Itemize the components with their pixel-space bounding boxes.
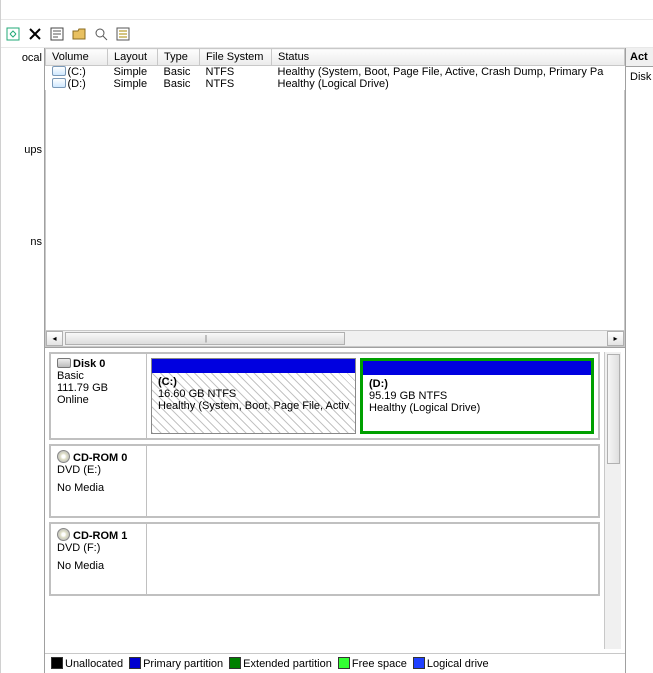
disk-type: Basic [57, 370, 140, 382]
disk-size: 111.79 GB [57, 382, 140, 394]
col-layout[interactable]: Layout [108, 49, 158, 66]
col-status[interactable]: Status [272, 49, 625, 66]
actions-item[interactable]: Disk [626, 67, 653, 87]
toolbar [1, 20, 653, 48]
actions-pane[interactable]: Act Disk [625, 48, 653, 673]
tree-pane[interactable]: ocal ups ns [1, 48, 45, 673]
volume-layout: Simple [108, 78, 158, 90]
open-icon[interactable] [71, 26, 87, 42]
partition-size: 95.19 GB NTFS [369, 390, 447, 402]
disk-title: CD-ROM 0 [73, 452, 127, 464]
scroll-right-icon[interactable]: ▸ [607, 331, 624, 346]
tree-item[interactable]: ns [30, 236, 42, 248]
col-type[interactable]: Type [158, 49, 200, 66]
col-fs[interactable]: File System [200, 49, 272, 66]
disk-status: No Media [57, 560, 140, 572]
volume-layout: Simple [108, 66, 158, 79]
disk-icon [57, 358, 71, 368]
disk-label: CD-ROM 0 DVD (E:) No Media [51, 446, 147, 516]
volume-name: (D:) [68, 78, 86, 90]
partition-status: Healthy (System, Boot, Page File, Activ [158, 400, 349, 412]
disk-status: No Media [57, 482, 140, 494]
legend-label: Free space [352, 658, 407, 670]
disk-title: CD-ROM 1 [73, 530, 127, 542]
swatch-extended [229, 657, 241, 669]
volume-status: Healthy (Logical Drive) [272, 78, 625, 90]
volume-name: (C:) [68, 66, 86, 78]
refresh-icon[interactable] [5, 26, 21, 42]
drive-icon [52, 66, 66, 76]
swatch-logical [413, 657, 425, 669]
legend-label: Primary partition [143, 658, 223, 670]
volume-status: Healthy (System, Boot, Page File, Active… [272, 66, 625, 79]
settings-icon[interactable] [115, 26, 131, 42]
legend-label: Extended partition [243, 658, 332, 670]
vertical-scrollbar[interactable] [604, 352, 621, 649]
volume-table[interactable]: Volume Layout Type File System Status (C… [45, 48, 625, 90]
table-row[interactable]: (C:) Simple Basic NTFS Healthy (System, … [46, 66, 625, 79]
properties-icon[interactable] [49, 26, 65, 42]
drive-icon [52, 78, 66, 88]
legend-label: Unallocated [65, 658, 123, 670]
tree-item[interactable]: ups [24, 144, 42, 156]
partition-size: 16.60 GB NTFS [158, 388, 236, 400]
disk-label: Disk 0 Basic 111.79 GB Online [51, 354, 147, 438]
partition-header [363, 361, 591, 375]
disk-title: Disk 0 [73, 358, 105, 370]
legend: Unallocated Primary partition Extended p… [45, 653, 625, 673]
cdrom-icon [57, 528, 70, 541]
horizontal-scrollbar[interactable]: ◂ ||| ▸ [45, 330, 625, 347]
volume-type: Basic [158, 66, 200, 79]
scroll-left-icon[interactable]: ◂ [46, 331, 63, 346]
disk-row-disk0[interactable]: Disk 0 Basic 111.79 GB Online (C:) 16.60… [49, 352, 600, 440]
disk-row-cdrom1[interactable]: CD-ROM 1 DVD (F:) No Media [49, 522, 600, 596]
col-volume[interactable]: Volume [46, 49, 108, 66]
table-row[interactable]: (D:) Simple Basic NTFS Healthy (Logical … [46, 78, 625, 90]
disk-mount: DVD (F:) [57, 542, 140, 554]
partition-header [152, 359, 355, 373]
volume-type: Basic [158, 78, 200, 90]
legend-label: Logical drive [427, 658, 489, 670]
disk-row-cdrom0[interactable]: CD-ROM 0 DVD (E:) No Media [49, 444, 600, 518]
main-pane: Volume Layout Type File System Status (C… [45, 48, 625, 673]
find-icon[interactable] [93, 26, 109, 42]
tree-item[interactable]: ocal [22, 52, 42, 64]
delete-icon[interactable] [27, 26, 43, 42]
scroll-thumb[interactable] [607, 354, 620, 464]
partition-status: Healthy (Logical Drive) [369, 402, 480, 414]
disk-mount: DVD (E:) [57, 464, 140, 476]
partition-name: (D:) [369, 378, 388, 390]
swatch-primary [129, 657, 141, 669]
swatch-free [338, 657, 350, 669]
titlebar-spacer [1, 0, 653, 20]
volume-fs: NTFS [200, 66, 272, 79]
partition-c[interactable]: (C:) 16.60 GB NTFS Healthy (System, Boot… [151, 358, 356, 434]
disk-state: Online [57, 394, 140, 406]
volume-fs: NTFS [200, 78, 272, 90]
swatch-unallocated [51, 657, 63, 669]
actions-header: Act [626, 48, 653, 67]
partition-d[interactable]: (D:) 95.19 GB NTFS Healthy (Logical Driv… [360, 358, 594, 434]
scroll-thumb[interactable]: ||| [65, 332, 345, 345]
partition-name: (C:) [158, 376, 177, 388]
cdrom-icon [57, 450, 70, 463]
disk-label: CD-ROM 1 DVD (F:) No Media [51, 524, 147, 594]
